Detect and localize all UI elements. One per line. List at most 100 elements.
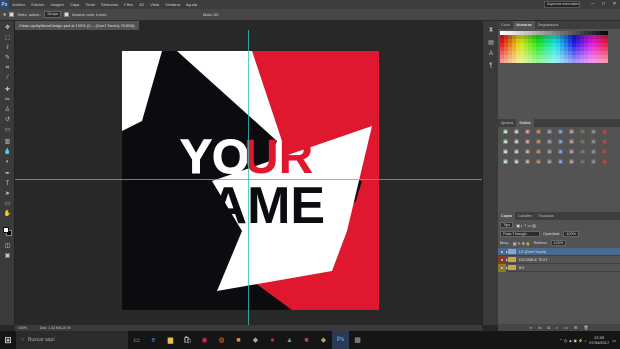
taskbar-search[interactable]: ○ Buscar aquí: [16, 331, 128, 349]
style-preset-icon[interactable]: ▣: [555, 159, 566, 169]
filter-icons[interactable]: ▣ ◐ T ▭ ▤: [516, 223, 535, 228]
zoom-level[interactable]: 100%: [18, 326, 27, 330]
style-preset-icon[interactable]: ▣: [544, 129, 555, 139]
style-preset-icon[interactable]: ▣: [588, 139, 599, 149]
stamp-tool-icon[interactable]: ♙: [3, 107, 12, 114]
swatch-cell[interactable]: [604, 59, 608, 63]
app-icon[interactable]: ▦: [349, 331, 366, 349]
blend-mode-dropdown[interactable]: Pass Through: [500, 231, 540, 237]
windows-start-icon[interactable]: ⊞: [0, 331, 16, 349]
style-preset-icon[interactable]: ▣: [500, 139, 511, 149]
style-preset-icon[interactable]: ▣: [599, 159, 610, 169]
firefox-icon[interactable]: ◍: [213, 331, 230, 349]
foreground-color-swatch[interactable]: [3, 227, 9, 233]
style-preset-icon[interactable]: ▣: [555, 149, 566, 159]
fill-input[interactable]: 100%: [550, 240, 567, 246]
opacity-input[interactable]: 100%: [563, 231, 580, 237]
style-preset-icon[interactable]: ▣: [522, 149, 533, 159]
paragraph-panel-icon[interactable]: ¶: [487, 63, 495, 71]
fx-icon[interactable]: fx: [538, 324, 541, 331]
style-preset-icon[interactable]: ▣: [511, 139, 522, 149]
app-icon[interactable]: ◆: [247, 331, 264, 349]
document-tab[interactable]: Clean-updtyNeonDesign.psd al 100% (C... …: [15, 21, 140, 30]
menu-imagen[interactable]: Imagen: [47, 2, 66, 7]
tab-layers[interactable]: Capas: [498, 212, 515, 220]
style-preset-icon[interactable]: ▣: [599, 139, 610, 149]
layer-row-ls[interactable]: ● ▸ LS (Dont Touch): [498, 248, 620, 256]
close-button[interactable]: ✕: [609, 0, 620, 9]
quick-select-tool-icon[interactable]: ✎: [3, 55, 12, 62]
style-preset-icon[interactable]: ▣: [511, 149, 522, 159]
style-preset-icon[interactable]: ▣: [500, 159, 511, 169]
style-preset-icon[interactable]: ▣: [533, 159, 544, 169]
move-tool-icon[interactable]: ✥: [3, 25, 12, 32]
tab-color[interactable]: Color: [498, 21, 513, 29]
app-icon[interactable]: ■: [298, 331, 315, 349]
type-tool-icon[interactable]: T: [3, 181, 12, 188]
style-preset-icon[interactable]: ▣: [544, 139, 555, 149]
shape-tool-icon[interactable]: ▭: [3, 201, 12, 208]
brush-tool-icon[interactable]: ✏: [3, 97, 12, 104]
style-preset-icon[interactable]: ▣: [588, 149, 599, 159]
blur-tool-icon[interactable]: 💧: [3, 149, 12, 156]
guide-horizontal[interactable]: [15, 179, 482, 180]
style-preset-icon[interactable]: ▣: [522, 129, 533, 139]
workspace-select[interactable]: Aspectos esenciales: [544, 1, 580, 8]
character-panel-icon[interactable]: A: [487, 51, 495, 59]
folder-icon[interactable]: ▆: [162, 331, 179, 349]
menu-texto[interactable]: Texto: [82, 2, 98, 7]
menu-vista[interactable]: Vista: [147, 2, 162, 7]
clock[interactable]: 22:05 07/04/2017: [589, 335, 609, 345]
style-preset-icon[interactable]: ▣: [566, 139, 577, 149]
photoshop-icon[interactable]: Ps: [332, 331, 349, 349]
tab-swatches[interactable]: Muestras: [513, 21, 535, 29]
new-layer-icon[interactable]: ⊞: [574, 324, 577, 331]
lasso-tool-icon[interactable]: ℓ: [3, 45, 12, 52]
style-preset-icon[interactable]: ▣: [511, 159, 522, 169]
gradient-tool-icon[interactable]: ▥: [3, 139, 12, 146]
minimize-button[interactable]: –: [587, 0, 598, 9]
mask-icon[interactable]: ◘: [547, 324, 549, 331]
healing-tool-icon[interactable]: ✚: [3, 87, 12, 94]
tab-channels[interactable]: Canales: [515, 212, 535, 220]
eye-icon[interactable]: ●: [498, 255, 506, 264]
style-preset-icon[interactable]: ▣: [544, 149, 555, 159]
properties-panel-icon[interactable]: ▤: [487, 39, 495, 47]
chrome-icon[interactable]: ◉: [196, 331, 213, 349]
style-preset-icon[interactable]: ▣: [577, 149, 588, 159]
hand-tool-icon[interactable]: ✋: [3, 211, 12, 218]
style-preset-icon[interactable]: ▣: [588, 129, 599, 139]
history-brush-icon[interactable]: ↺: [3, 117, 12, 124]
tab-adjustments[interactable]: Ajustes: [498, 119, 516, 127]
trash-icon[interactable]: 🗑: [583, 324, 588, 331]
style-preset-icon[interactable]: ▣: [544, 159, 555, 169]
style-preset-icon[interactable]: ▣: [599, 129, 610, 139]
layer-kind-filter[interactable]: Tipo: [500, 222, 514, 228]
style-preset-icon[interactable]: ▣: [577, 129, 588, 139]
adjustment-layer-icon[interactable]: ◐: [556, 324, 558, 331]
crop-tool-icon[interactable]: ⌗: [3, 65, 12, 72]
style-preset-icon[interactable]: ▣: [555, 139, 566, 149]
artwork-canvas[interactable]: YO UR NAME: [122, 51, 379, 310]
menu-3d[interactable]: 3D: [136, 2, 147, 7]
menu-capa[interactable]: Capa: [67, 2, 83, 7]
eyedropper-tool-icon[interactable]: ⁄: [3, 75, 12, 82]
auto-select-dropdown[interactable]: Grupo: [44, 11, 62, 18]
tray-icons[interactable]: ⌃ ◷ ▲ ◉ ⚡ ♪: [559, 338, 586, 343]
tab-gradients[interactable]: Degradados: [535, 21, 562, 29]
style-preset-icon[interactable]: ▣: [533, 149, 544, 159]
move-tool-icon[interactable]: ✥: [3, 12, 6, 17]
style-preset-icon[interactable]: ▣: [555, 129, 566, 139]
path-select-tool-icon[interactable]: ➤: [3, 191, 12, 198]
styles-grid[interactable]: ▣ ▣ ▣ ▣ ▣ ▣ ▣ ▣ ▣ ▣ ▣ ▣ ▣ ▣ ▣ ▣ ▣ ▣ ▣ ▣ ▣ ▣ ▣ ▣ ▣ ▣ ▣ ▣ ▣ ▣ ▣ ▣ ▣ ▣ ▣ ▣ ▣ ▣ ▣ ▣: [500, 129, 610, 169]
menu-edicion[interactable]: Edición: [28, 2, 47, 7]
screen-mode-icon[interactable]: ▣: [3, 253, 12, 260]
guide-vertical[interactable]: [248, 30, 249, 325]
eye-icon[interactable]: ●: [498, 263, 506, 272]
layer-row-bg[interactable]: ● ▸ BG: [498, 263, 620, 272]
auto-select-checkbox[interactable]: [9, 12, 15, 17]
style-preset-icon[interactable]: ▣: [577, 159, 588, 169]
style-preset-icon[interactable]: ▣: [522, 139, 533, 149]
lock-icons[interactable]: ▦ ✎ ✥ 🔒: [513, 241, 531, 246]
layer-row-editable-text[interactable]: ● ▸ EDITABLE TEXT: [498, 255, 620, 264]
